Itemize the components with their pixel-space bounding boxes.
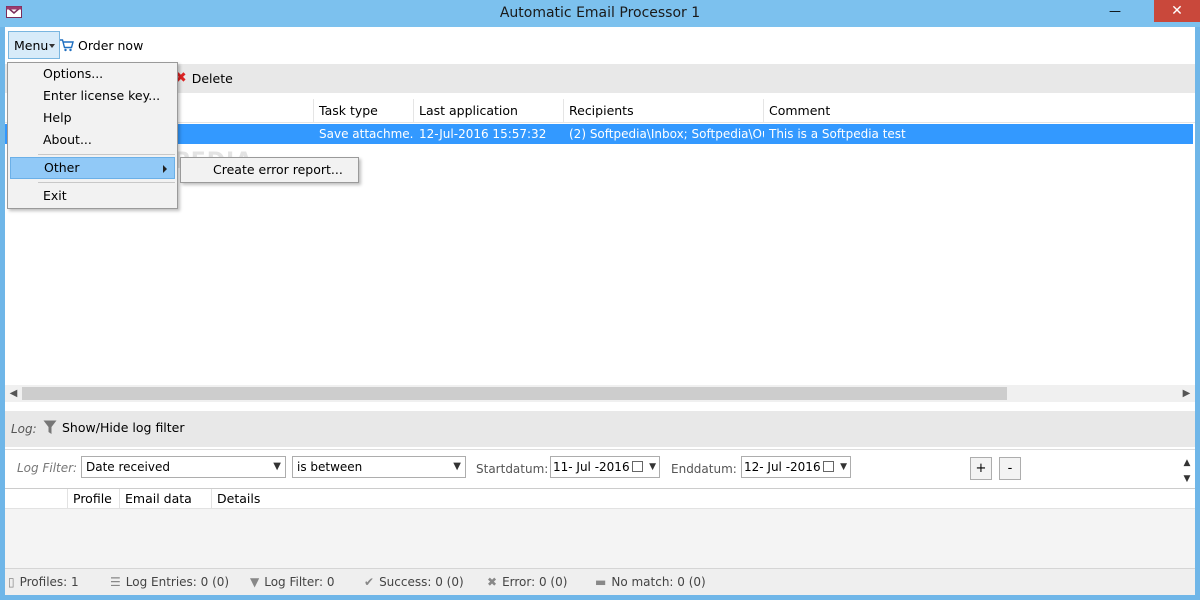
- chevron-down-icon[interactable]: ▼: [840, 457, 847, 477]
- menu-item-about[interactable]: About...: [10, 129, 175, 151]
- menu-item-help[interactable]: Help: [10, 107, 175, 129]
- document-icon: ▯: [8, 575, 15, 589]
- log-label: Log:: [11, 422, 37, 436]
- show-hide-log-filter-label: Show/Hide log filter: [62, 420, 185, 435]
- end-date-label: Enddatum:: [671, 462, 737, 476]
- cell-comment: This is a Softpedia test: [769, 127, 906, 141]
- close-button[interactable]: ✕: [1154, 0, 1200, 22]
- minus-icon: ▬: [595, 575, 607, 589]
- scroll-right-icon[interactable]: ▶: [1178, 385, 1195, 402]
- status-profiles-text: Profiles: 1: [19, 575, 79, 589]
- app-window: Automatic Email Processor 1 — ✕ Menu Ord…: [0, 0, 1200, 600]
- status-no-match-text: No match: 0 (0): [611, 575, 706, 589]
- end-date-value: 12- Jul -2016: [744, 460, 821, 474]
- table-row[interactable]: Save attachme... 12-Jul-2016 15:57:32 (2…: [5, 124, 1193, 144]
- window-title: Automatic Email Processor 1: [499, 5, 701, 21]
- scrollbar-thumb[interactable]: [22, 387, 1007, 400]
- status-log-filter: ▼ Log Filter: 0: [250, 575, 334, 589]
- menu-item-options[interactable]: Options...: [10, 63, 175, 85]
- menu-item-enter-license-key[interactable]: Enter license key...: [10, 85, 175, 107]
- chevron-down-icon: ▼: [273, 461, 281, 472]
- column-header-task-type[interactable]: Task type: [314, 99, 414, 123]
- column-header-email-data[interactable]: Email data: [119, 489, 211, 509]
- title-bar[interactable]: Automatic Email Processor 1 — ✕: [0, 0, 1200, 27]
- show-hide-log-filter-button[interactable]: Show/Hide log filter: [43, 420, 185, 435]
- menu-item-other[interactable]: Other: [10, 157, 175, 179]
- delete-label: Delete: [191, 70, 233, 86]
- filter-operator-value: is between: [297, 460, 363, 474]
- chevron-down-icon: ▼: [453, 461, 461, 472]
- cell-recipients: (2) Softpedia\Inbox; Softpedia\Ou...: [569, 127, 764, 141]
- chevron-down-icon[interactable]: ▼: [649, 457, 656, 477]
- start-date-value: 11- Jul -2016: [553, 460, 630, 474]
- caret-down-icon: [49, 44, 55, 48]
- toolbar: ✖ Delete: [5, 64, 1195, 93]
- column-header-comment[interactable]: Comment: [764, 99, 1195, 123]
- column-header-profile[interactable]: Profile: [67, 489, 119, 509]
- chevron-up-icon[interactable]: ▲: [1184, 458, 1191, 468]
- funnel-icon: [43, 420, 57, 434]
- status-no-match: ▬ No match: 0 (0): [595, 575, 706, 589]
- log-table[interactable]: Profile Email data Details: [5, 488, 1195, 568]
- list-icon: ☰: [110, 575, 121, 589]
- delete-button[interactable]: ✖ Delete: [175, 70, 233, 86]
- menu-separator: [38, 154, 175, 155]
- horizontal-scrollbar[interactable]: ◀ ▶: [5, 385, 1195, 402]
- client-area: Menu Order now ✖ Delete Task type Last a…: [5, 27, 1195, 595]
- scroll-left-icon[interactable]: ◀: [5, 385, 22, 402]
- status-log-filter-text: Log Filter: 0: [264, 575, 335, 589]
- cell-last-application: 12-Jul-2016 15:57:32: [419, 127, 547, 141]
- menu-item-other-label: Other: [44, 160, 80, 175]
- minimize-icon: —: [1109, 4, 1121, 18]
- order-now-label: Order now: [78, 37, 144, 53]
- menu-item-exit[interactable]: Exit: [10, 185, 175, 207]
- log-table-header: Profile Email data Details: [5, 489, 1195, 509]
- calendar-icon[interactable]: [632, 461, 643, 472]
- cart-icon: [60, 38, 74, 51]
- add-filter-button[interactable]: +: [970, 457, 992, 480]
- column-header-details[interactable]: Details: [211, 489, 411, 509]
- status-error-text: Error: 0 (0): [502, 575, 568, 589]
- chevron-down-icon[interactable]: ▼: [1184, 474, 1191, 484]
- column-header-last-application[interactable]: Last application: [414, 99, 564, 123]
- status-success: ✔ Success: 0 (0): [364, 575, 464, 589]
- x-icon: ✖: [487, 575, 498, 589]
- status-error: ✖ Error: 0 (0): [487, 575, 567, 589]
- status-profiles: ▯ Profiles: 1: [8, 575, 79, 589]
- menu-separator: [38, 182, 175, 183]
- status-success-text: Success: 0 (0): [379, 575, 464, 589]
- column-header-recipients[interactable]: Recipients: [564, 99, 764, 123]
- filter-field-value: Date received: [86, 460, 170, 474]
- menu-strip: Menu Order now: [5, 27, 1195, 64]
- end-date-picker[interactable]: 12- Jul -2016 ▼: [741, 456, 851, 478]
- start-date-picker[interactable]: 11- Jul -2016 ▼: [550, 456, 660, 478]
- close-icon: ✕: [1171, 3, 1183, 19]
- status-log-entries: ☰ Log Entries: 0 (0): [110, 575, 229, 589]
- filter-field-select[interactable]: Date received ▼: [81, 456, 286, 478]
- filter-spin-control[interactable]: ▲ ▼: [1181, 458, 1193, 484]
- log-bar: Log: Show/Hide log filter: [5, 411, 1195, 447]
- order-now-button[interactable]: Order now: [60, 35, 143, 55]
- status-bar: ▯ Profiles: 1 ☰ Log Entries: 0 (0) ▼ Log…: [5, 568, 1195, 595]
- chevron-right-icon: [163, 165, 167, 173]
- check-icon: ✔: [364, 575, 375, 589]
- funnel-icon: ▼: [250, 575, 260, 589]
- other-submenu: Create error report...: [180, 157, 359, 183]
- menu-button[interactable]: Menu: [8, 31, 60, 59]
- calendar-icon[interactable]: [823, 461, 834, 472]
- log-filter-label: Log Filter:: [17, 461, 78, 475]
- menu-item-create-error-report[interactable]: Create error report...: [183, 160, 356, 180]
- cell-task-type: Save attachme...: [319, 127, 414, 141]
- log-filter-row: Log Filter: Date received ▼ is between ▼…: [5, 449, 1195, 487]
- profiles-table[interactable]: Task type Last application Recipients Co…: [5, 99, 1195, 385]
- filter-operator-select[interactable]: is between ▼: [292, 456, 466, 478]
- menu-dropdown: Options... Enter license key... Help Abo…: [7, 62, 178, 209]
- menu-button-label: Menu: [14, 37, 49, 53]
- status-log-entries-text: Log Entries: 0 (0): [125, 575, 230, 589]
- profiles-table-header: Task type Last application Recipients Co…: [5, 99, 1195, 123]
- start-date-label: Startdatum:: [476, 462, 549, 476]
- remove-filter-button[interactable]: -: [999, 457, 1021, 480]
- minimize-button[interactable]: —: [1102, 0, 1128, 22]
